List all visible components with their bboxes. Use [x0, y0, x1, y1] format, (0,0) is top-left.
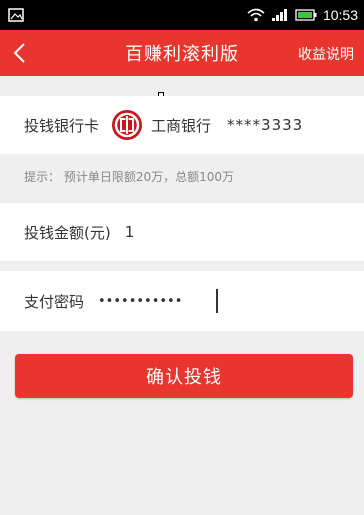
amount-label: 投钱金额(元) — [24, 223, 111, 242]
wifi-icon — [247, 8, 265, 22]
status-left — [8, 8, 24, 22]
icbc-logo-icon — [112, 110, 143, 140]
status-right: 10:53 — [247, 7, 358, 23]
income-explanation-link[interactable]: 收益说明 — [298, 44, 354, 64]
password-input[interactable]: ••••••••••• — [98, 289, 219, 313]
status-bar: 10:53 — [0, 0, 364, 30]
amount-row[interactable]: 投钱金额(元) 1 — [0, 203, 364, 261]
battery-icon — [295, 9, 317, 21]
bank-card-row[interactable]: 投钱银行卡 工商银行 ****3333 — [0, 96, 364, 154]
image-notification-icon — [8, 8, 24, 22]
card-number: ****3333 — [227, 116, 304, 134]
status-time: 10:53 — [322, 7, 358, 23]
password-label: 支付密码 — [24, 292, 85, 311]
nav-bar: 百赚利滚利版 收益说明 — [0, 30, 364, 76]
signal-icon — [271, 9, 287, 21]
page-title: 百赚利滚利版 — [125, 44, 239, 65]
confirm-invest-button[interactable]: 确认投钱 — [15, 354, 353, 398]
bank-card-label: 投钱银行卡 — [24, 116, 100, 135]
limit-hint: 提示： 预计单日限额20万，总额100万 — [24, 170, 234, 184]
bank-name: 工商银行 — [151, 116, 212, 135]
back-arrow-icon[interactable] — [10, 41, 32, 65]
amount-input[interactable]: 1 — [125, 223, 135, 241]
password-row[interactable]: 支付密码 ••••••••••• — [0, 271, 364, 331]
